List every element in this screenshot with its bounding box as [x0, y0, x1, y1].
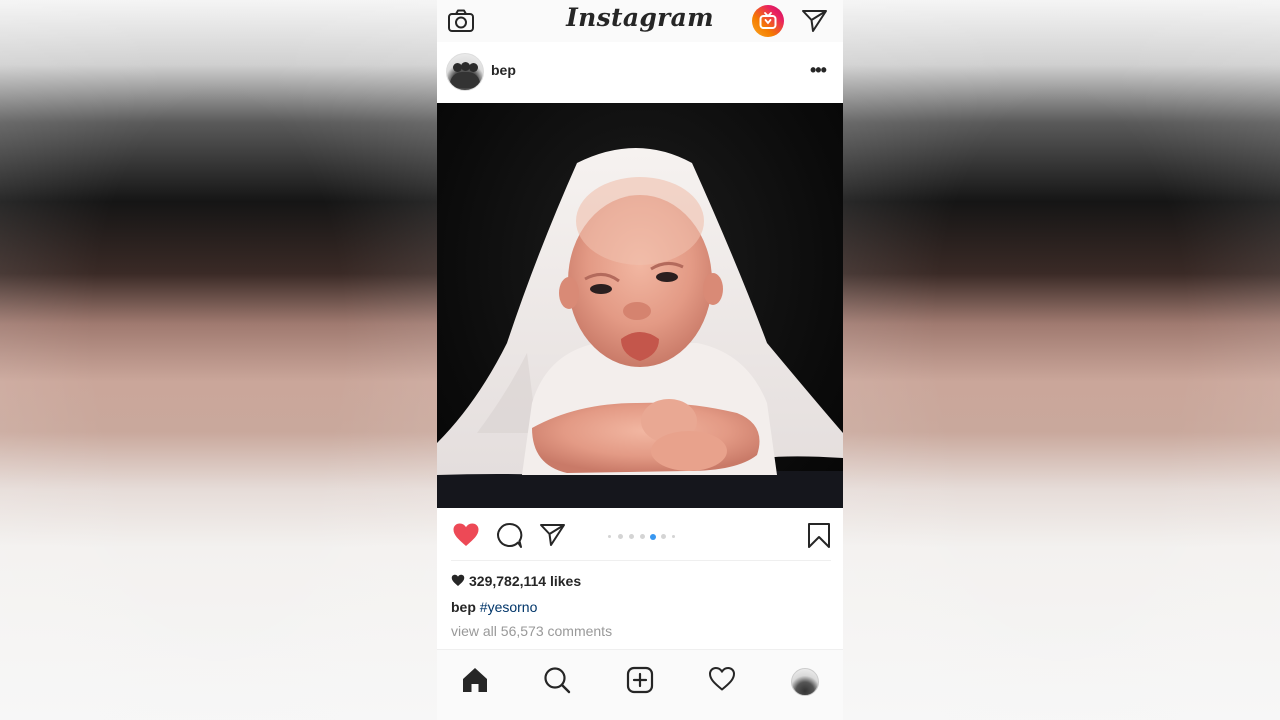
caption-username[interactable]: bep [451, 599, 476, 615]
post-actions [437, 508, 843, 560]
avatar[interactable] [446, 53, 484, 91]
caption-hashtag[interactable]: #yesorno [480, 599, 538, 615]
likes-text: 329,782,114 likes [469, 573, 581, 589]
post-image[interactable] [437, 103, 843, 508]
home-icon[interactable] [461, 666, 489, 694]
instagram-screen: Instagram bep ••• [437, 0, 843, 720]
divider [451, 560, 831, 561]
comment-icon[interactable] [496, 522, 523, 549]
like-heart-icon[interactable] [452, 522, 480, 548]
igtv-icon[interactable] [752, 5, 784, 37]
post-username[interactable]: bep [491, 62, 516, 78]
bottom-nav [437, 649, 843, 720]
blurred-backdrop-left [0, 0, 437, 720]
likes-count[interactable]: 329,782,114 likes [451, 573, 831, 589]
post-header: bep ••• [437, 42, 843, 102]
paper-plane-icon[interactable] [801, 8, 828, 33]
more-options-icon[interactable]: ••• [810, 60, 826, 81]
blurred-backdrop-right [843, 0, 1280, 720]
caption: bep #yesorno [451, 599, 831, 615]
profile-avatar[interactable] [791, 668, 819, 696]
share-icon[interactable] [539, 522, 566, 547]
baby-photo [437, 103, 843, 508]
bookmark-icon[interactable] [807, 522, 831, 549]
heart-icon [451, 574, 465, 587]
top-bar: Instagram [437, 0, 843, 43]
activity-heart-icon[interactable] [708, 666, 736, 692]
search-icon[interactable] [543, 666, 571, 694]
add-post-icon[interactable] [626, 666, 654, 694]
view-comments-link[interactable]: view all 56,573 comments [451, 623, 831, 639]
